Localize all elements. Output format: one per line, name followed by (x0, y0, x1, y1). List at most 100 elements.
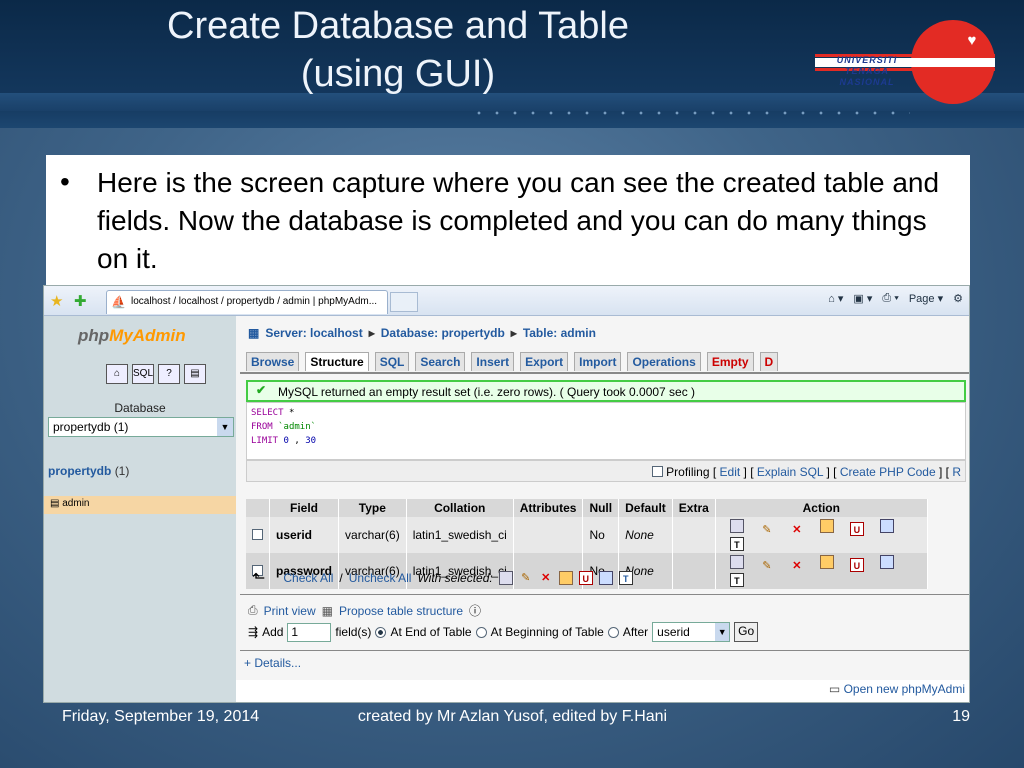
create-php-link[interactable]: Create PHP Code (840, 465, 936, 479)
refresh-link[interactable]: R (952, 465, 961, 479)
after-label: After (622, 625, 649, 639)
tab-divider (240, 372, 969, 374)
table-header-row: Field Type Collation Attributes Null Def… (246, 499, 928, 517)
database-link[interactable]: propertydb (1) (48, 464, 129, 478)
bulk-unique-icon[interactable]: U (578, 571, 593, 585)
after-radio[interactable] (607, 626, 619, 638)
table-item-admin[interactable]: ▤ admin (44, 496, 236, 514)
tab-insert[interactable]: Insert (471, 352, 515, 371)
bulk-index-icon[interactable] (598, 571, 613, 585)
open-new-label: Open new phpMyAdmi (843, 682, 965, 696)
print-icon[interactable]: ⎙ ▾ (882, 292, 898, 305)
index-icon[interactable] (879, 555, 894, 569)
tab-structure[interactable]: Structure (305, 352, 369, 371)
tab-export[interactable]: Export (520, 352, 569, 371)
sql-icon[interactable]: SQL (132, 364, 154, 384)
bulk-edit-icon[interactable]: ✎ (519, 571, 533, 585)
sql-line-3: LIMIT 0 , 30 (251, 434, 961, 448)
phpmyadmin-screenshot: ★ ✚ ⛵ localhost / localhost / propertydb… (43, 285, 970, 703)
database-select[interactable]: propertydb (1) ▼ (48, 417, 234, 437)
bulk-browse-icon[interactable] (498, 571, 513, 585)
tab-search[interactable]: Search (415, 352, 466, 371)
phpmyadmin-logo[interactable]: phpMyAdmin (78, 326, 186, 346)
sql-table: `admin` (278, 422, 317, 432)
uncheck-all-link[interactable]: Uncheck All (349, 571, 412, 585)
tools-gear-icon[interactable]: ⚙ (953, 292, 963, 305)
browse-distinct-icon[interactable] (729, 555, 744, 569)
edit-pencil-icon[interactable]: ✎ (760, 559, 774, 573)
at-beginning-radio[interactable] (475, 626, 487, 638)
database-link-count: (1) (114, 464, 130, 478)
home-icon[interactable]: ⌂ ▾ (828, 292, 843, 305)
help-icon[interactable]: ? (158, 364, 180, 384)
propose-structure-link[interactable]: Propose table structure (339, 604, 463, 618)
tab-drop[interactable]: D (759, 352, 779, 371)
browse-distinct-icon[interactable] (729, 519, 744, 533)
add-favorite-icon[interactable]: ✚ (74, 292, 87, 310)
check-all-link[interactable]: Check All (283, 571, 333, 585)
print-row: ⎙ Print view ▦ Propose table structure ⓘ (248, 602, 481, 619)
main-content: ▦ Server: localhost ▸ Database: property… (236, 316, 969, 702)
unique-icon[interactable]: U (849, 558, 864, 572)
tab-operations[interactable]: Operations (627, 352, 701, 371)
breadcrumb: ▦ Server: localhost ▸ Database: property… (248, 326, 596, 340)
server-icon: ▦ (248, 326, 260, 340)
bulk-fulltext-icon[interactable]: T (618, 571, 633, 585)
bulk-primary-icon[interactable] (558, 571, 573, 585)
after-field-select[interactable]: userid ▼ (652, 622, 731, 642)
browser-tab-title: localhost / localhost / propertydb / adm… (131, 296, 378, 307)
explain-sql-link[interactable]: Explain SQL (757, 465, 823, 479)
favorites-star-icon[interactable]: ★ (50, 292, 63, 310)
col-extra: Extra (672, 499, 716, 517)
logo-text: UNIVERSITI TENAGA NASIONAL (817, 55, 917, 88)
fields-label: field(s) (335, 625, 372, 639)
browser-tab[interactable]: ⛵ localhost / localhost / propertydb / a… (106, 290, 388, 314)
field-count-input[interactable]: 1 (287, 622, 332, 642)
university-logo: ♥ UNIVERSITI TENAGA NASIONAL (815, 14, 1005, 104)
docs-icon[interactable]: ▤ (184, 364, 206, 384)
edit-pencil-icon[interactable]: ✎ (760, 523, 774, 537)
delete-x-icon[interactable]: ✕ (790, 559, 804, 573)
col-attributes: Attributes (513, 499, 584, 517)
breadcrumb-database[interactable]: Database: propertydb (381, 326, 505, 340)
edit-link[interactable]: Edit (720, 465, 741, 479)
home-icon[interactable]: ⌂ (106, 364, 128, 384)
bulk-delete-icon[interactable]: ✕ (539, 571, 553, 585)
delete-x-icon[interactable]: ✕ (790, 523, 804, 537)
tab-sql[interactable]: SQL (374, 352, 410, 371)
sql-comma: , (294, 436, 300, 446)
details-link[interactable]: + Details... (244, 656, 301, 670)
breadcrumb-table[interactable]: Table: admin (523, 326, 596, 340)
fulltext-icon[interactable]: T (729, 573, 744, 587)
primary-key-icon[interactable] (819, 555, 834, 569)
print-view-link[interactable]: Print view (264, 604, 316, 618)
help-circle-icon[interactable]: ⓘ (469, 602, 481, 619)
table-row: userid varchar(6) latin1_swedish_ci No N… (246, 517, 928, 553)
tab-import[interactable]: Import (574, 352, 622, 371)
footer-date: Friday, September 19, 2014 (62, 708, 260, 725)
new-tab-button[interactable] (390, 292, 418, 312)
propose-icon: ▦ (321, 603, 333, 618)
page-menu[interactable]: Page ▾ (909, 292, 943, 305)
breadcrumb-server[interactable]: Server: localhost (265, 326, 362, 340)
unique-icon[interactable]: U (849, 522, 864, 536)
open-new-pma-link[interactable]: ▭ Open new phpMyAdmi (829, 682, 965, 696)
sql-from: FROM (251, 422, 273, 432)
tab-empty[interactable]: Empty (706, 352, 754, 371)
tab-bar: Browse Structure SQL Search Insert Expor… (246, 352, 779, 371)
window-icon: ▭ (828, 682, 841, 696)
fulltext-icon[interactable]: T (729, 537, 744, 551)
field-attributes (513, 517, 584, 553)
field-collation: latin1_swedish_ci (406, 517, 514, 553)
index-icon[interactable] (879, 519, 894, 533)
col-action: Action (715, 499, 928, 517)
page-menu-label: Page (908, 293, 935, 305)
tab-browse[interactable]: Browse (246, 352, 300, 371)
feeds-icon[interactable]: ▣ ▾ (853, 292, 872, 305)
profiling-checkbox[interactable] (651, 466, 663, 477)
at-end-radio[interactable] (375, 626, 387, 638)
primary-key-icon[interactable] (819, 519, 834, 533)
go-button[interactable]: Go (734, 622, 759, 642)
at-end-label: At End of Table (390, 625, 472, 639)
row-checkbox[interactable] (252, 529, 263, 540)
